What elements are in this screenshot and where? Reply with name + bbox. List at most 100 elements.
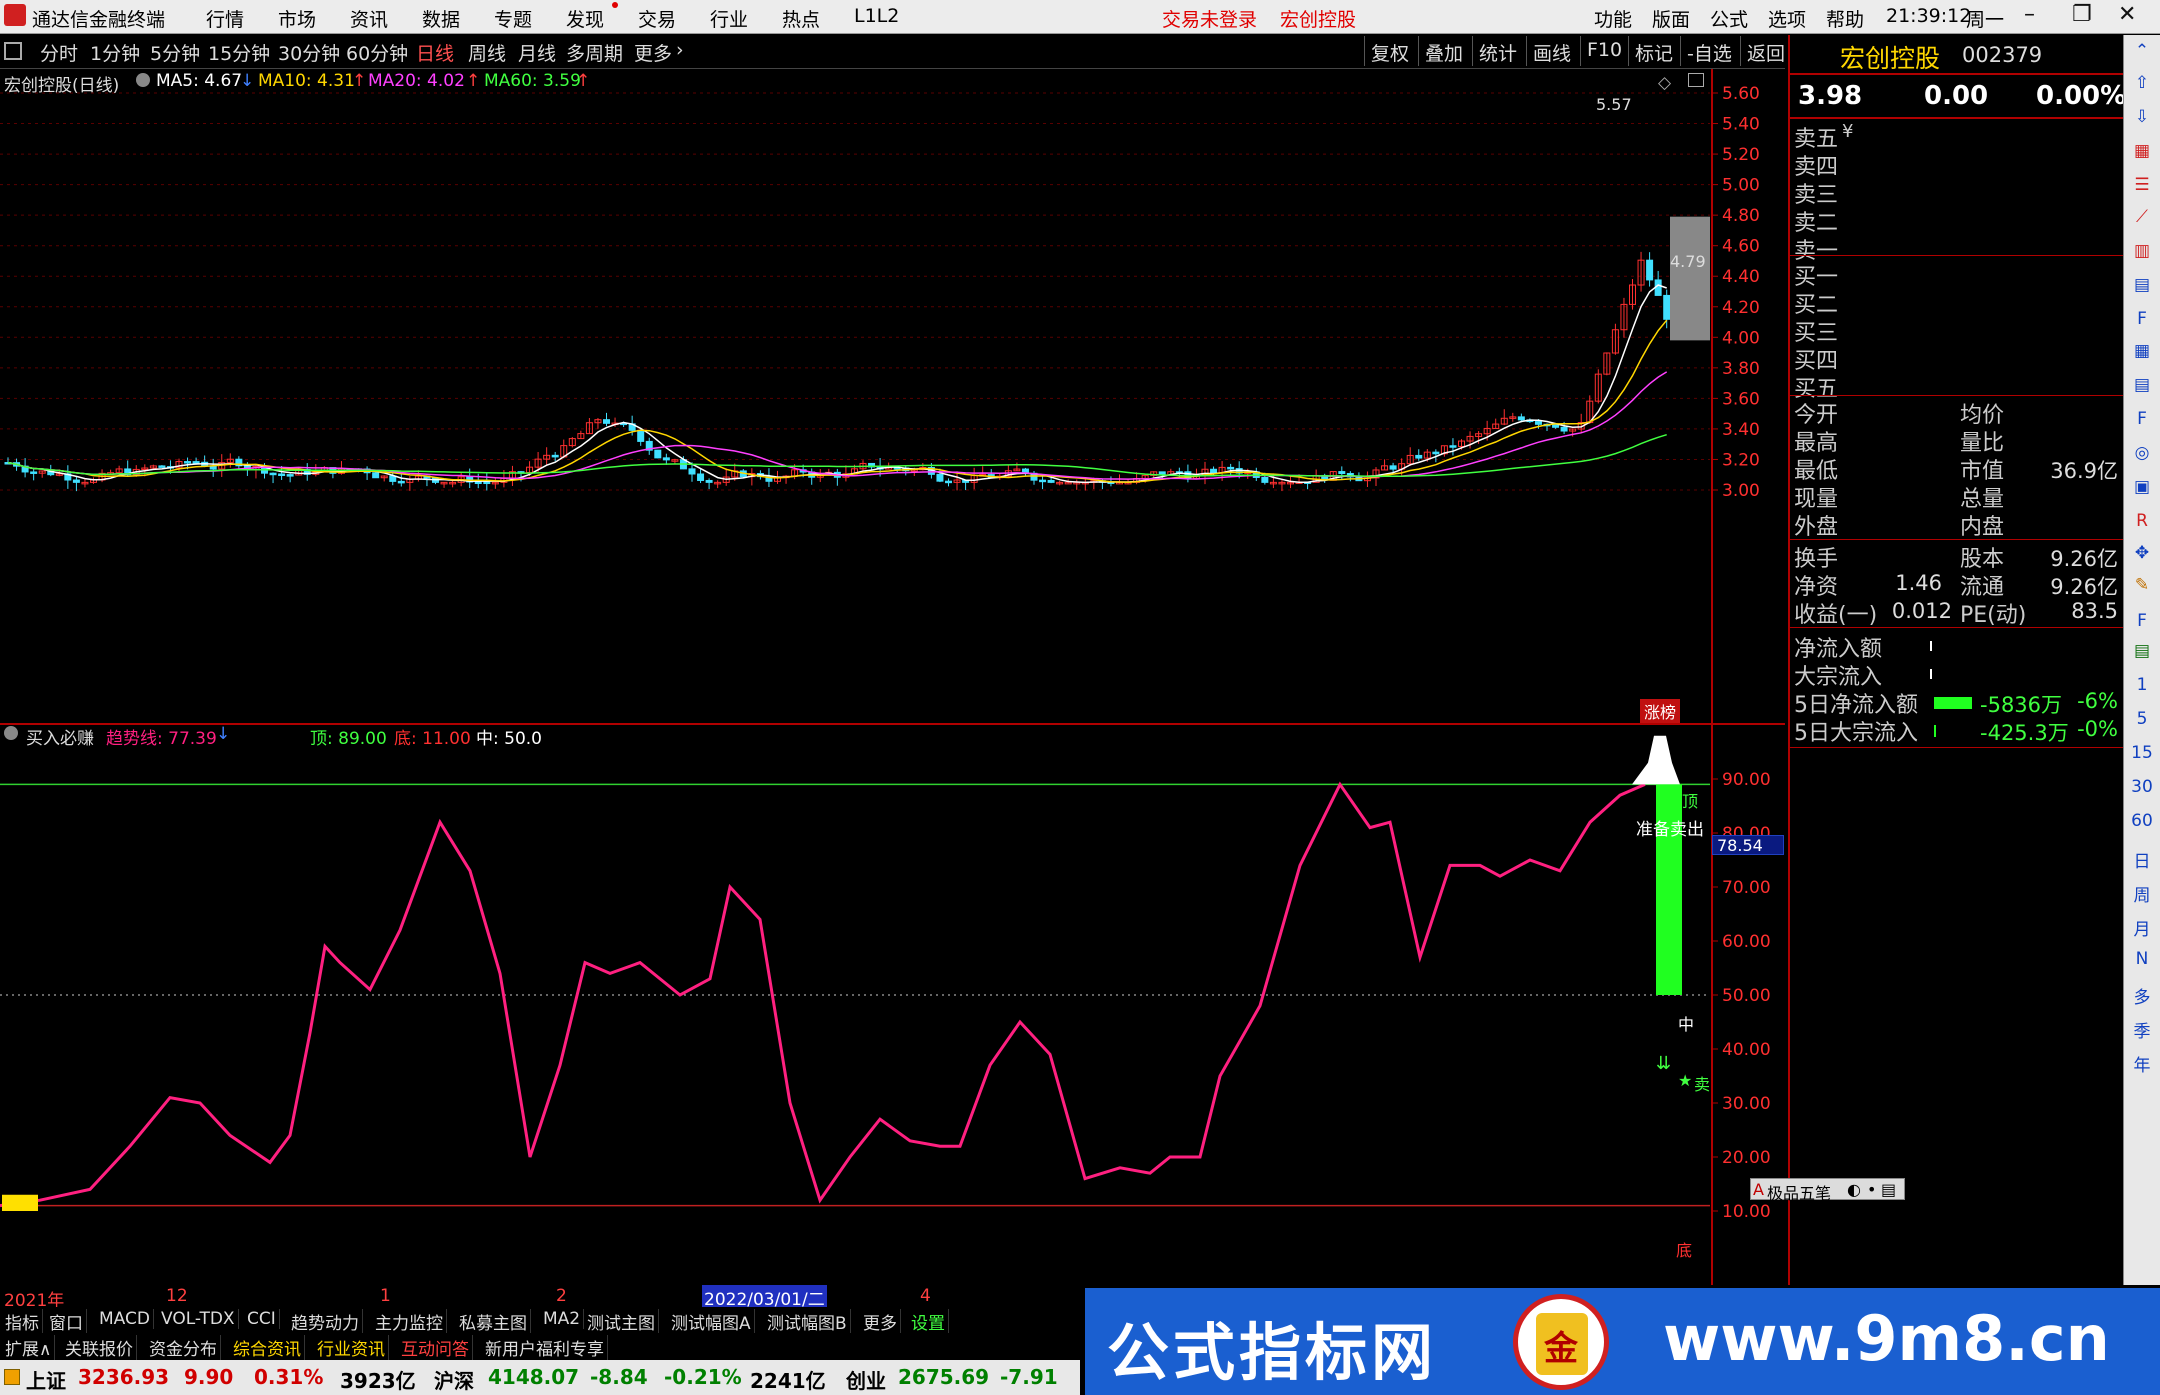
grid-icon[interactable]: ▦ xyxy=(2128,341,2156,361)
period-5[interactable]: 5 xyxy=(2128,709,2156,729)
tab-test-main[interactable]: 测试主图 xyxy=(584,1309,659,1334)
box-icon[interactable]: ▣ xyxy=(2128,477,2156,497)
tab-related-quote[interactable]: 关联报价 xyxy=(62,1335,137,1360)
period-1[interactable]: 1 xyxy=(2128,675,2156,695)
menu-item[interactable]: 版面 xyxy=(1652,5,1690,32)
tab-new-user[interactable]: 新用户福利专享 xyxy=(482,1335,608,1360)
chart-icon[interactable]: ▦ xyxy=(2128,141,2156,161)
table-icon[interactable]: ▤ xyxy=(2128,375,2156,395)
flag-icon[interactable] xyxy=(4,1369,20,1385)
period-n[interactable]: N xyxy=(2128,949,2156,969)
hs-index-name[interactable]: 沪深 xyxy=(434,1365,474,1394)
tab-industry-news[interactable]: 行业资讯 xyxy=(314,1335,389,1360)
btn-mark[interactable]: 标记 xyxy=(1628,36,1679,66)
bars-icon[interactable]: ▥ xyxy=(2128,241,2156,261)
tab-period[interactable]: 多周期 xyxy=(566,39,623,66)
period-month[interactable]: 月 xyxy=(2128,915,2156,940)
settings-dot-icon[interactable] xyxy=(136,73,150,87)
btn-fuquan[interactable]: 复权 xyxy=(1364,36,1415,66)
period-multi[interactable]: 多 xyxy=(2128,983,2156,1008)
tab-private-main[interactable]: 私募主图 xyxy=(456,1309,531,1334)
sheet-icon[interactable]: ▤ xyxy=(2128,641,2156,661)
kline-chart[interactable]: 5.60 5.40 5.20 5.00 4.80 4.60 4.40 4.20 4.00 3.80… xyxy=(0,69,1785,725)
period-60[interactable]: 60 xyxy=(2128,811,2156,831)
tab-main-monitor[interactable]: 主力监控 xyxy=(372,1309,447,1334)
tab-window[interactable]: 窗口 xyxy=(46,1309,87,1334)
btn-draw[interactable]: 画线 xyxy=(1526,36,1577,66)
tab-ma2[interactable]: MA2 xyxy=(540,1309,585,1329)
tab-news[interactable]: 综合资讯 xyxy=(230,1335,305,1360)
menu-item[interactable]: 市场 xyxy=(278,5,316,32)
tab-period[interactable]: 周线 xyxy=(468,39,506,66)
rsi-icon[interactable]: R xyxy=(2128,511,2156,531)
tab-vol[interactable]: VOL-TDX xyxy=(158,1309,239,1329)
fs2-icon[interactable]: F xyxy=(2128,611,2156,631)
tab-period[interactable]: 15分钟 xyxy=(208,39,270,66)
restore-icon[interactable]: ❐ xyxy=(2072,2,2092,27)
arrow-down-icon[interactable]: ⇩ xyxy=(2128,107,2156,127)
menu-item[interactable]: 发现 xyxy=(566,5,604,32)
btn-overlay[interactable]: 叠加 xyxy=(1418,36,1469,66)
collapse-icon[interactable]: ⌃ xyxy=(2128,41,2156,61)
tab-period[interactable]: 分时 xyxy=(40,39,78,66)
menu-item[interactable]: 行情 xyxy=(206,5,244,32)
tab-period[interactable]: 5分钟 xyxy=(150,39,200,66)
tab-qa[interactable]: 互动问答 xyxy=(398,1335,473,1360)
menu-item[interactable]: 选项 xyxy=(1768,5,1806,32)
menu-item[interactable]: 交易 xyxy=(638,5,676,32)
period-week[interactable]: 周 xyxy=(2128,881,2156,906)
punct-icon[interactable]: • xyxy=(1867,1180,1876,1199)
tab-settings[interactable]: 设置 xyxy=(908,1309,949,1334)
close-icon[interactable]: ✕ xyxy=(2118,2,2136,27)
tab-period[interactable]: 月线 xyxy=(518,39,556,66)
tab-cci[interactable]: CCI xyxy=(244,1309,280,1329)
menu-item[interactable]: 专题 xyxy=(494,5,532,32)
window-icon[interactable] xyxy=(1688,73,1704,87)
tab-period-more[interactable]: 更多 xyxy=(634,39,672,66)
period-30[interactable]: 30 xyxy=(2128,777,2156,797)
menu-item[interactable]: 帮助 xyxy=(1826,5,1864,32)
menu-item[interactable]: 行业 xyxy=(710,5,748,32)
tab-test-b[interactable]: 测试幅图B xyxy=(764,1309,851,1334)
menu-item[interactable]: 公式 xyxy=(1710,5,1748,32)
trend-icon[interactable]: ⟋ xyxy=(2128,207,2156,227)
cy-index-name[interactable]: 创业 xyxy=(846,1365,886,1394)
ime-toolbar[interactable]: A 极品五笔 ◐ • ▤ xyxy=(1750,1178,1905,1203)
pen-icon[interactable]: ✎ xyxy=(2128,575,2156,595)
tab-trend-power[interactable]: 趋势动力 xyxy=(288,1309,363,1334)
tab-more[interactable]: 更多 xyxy=(860,1309,901,1334)
btn-back[interactable]: 返回 xyxy=(1740,36,1791,66)
menu-item[interactable]: 数据 xyxy=(422,5,460,32)
menu-item[interactable]: 热点 xyxy=(782,5,820,32)
keyboard-icon[interactable]: ▤ xyxy=(1881,1180,1896,1199)
list-icon[interactable]: ☰ xyxy=(2128,175,2156,195)
tab-fund-dist[interactable]: 资金分布 xyxy=(146,1335,221,1360)
fs-icon[interactable]: F xyxy=(2128,409,2156,429)
btn-add-watch[interactable]: -自选 xyxy=(1680,36,1738,66)
period-15[interactable]: 15 xyxy=(2128,743,2156,763)
compass-icon[interactable]: ◎ xyxy=(2128,443,2156,463)
move-icon[interactable]: ✥ xyxy=(2128,543,2156,563)
tab-period[interactable]: 30分钟 xyxy=(278,39,340,66)
tab-macd[interactable]: MACD xyxy=(96,1309,154,1329)
doc-icon[interactable]: ▤ xyxy=(2128,275,2156,295)
tab-indicator[interactable]: 指标 xyxy=(2,1309,43,1334)
tab-period-active[interactable]: 日线 xyxy=(416,39,454,66)
btn-f10[interactable]: F10 xyxy=(1580,36,1628,66)
btn-stats[interactable]: 统计 xyxy=(1472,36,1523,66)
f10-icon[interactable]: F xyxy=(2128,309,2156,329)
menu-item[interactable]: 资讯 xyxy=(350,5,388,32)
period-day[interactable]: 日 xyxy=(2128,847,2156,872)
period-year[interactable]: 年 xyxy=(2128,1051,2156,1076)
tab-test-a[interactable]: 测试幅图A xyxy=(668,1309,755,1334)
indicator-canvas[interactable]: 90.0080.0070.0060.0050.0040.0030.0020.00… xyxy=(0,725,1785,1285)
tab-period[interactable]: 60分钟 xyxy=(346,39,408,66)
settings-dot-icon[interactable] xyxy=(4,726,18,740)
menu-item[interactable]: 功能 xyxy=(1594,5,1632,32)
menu-item[interactable]: L1L2 xyxy=(854,5,899,27)
period-quarter[interactable]: 季 xyxy=(2128,1017,2156,1042)
tab-period[interactable]: 1分钟 xyxy=(90,39,140,66)
minimize-icon[interactable]: – xyxy=(2024,2,2035,27)
indicator-chart[interactable]: 90.00 80.00 70.00 60.00 50.00 40.00 30.00 20.00… xyxy=(0,724,1785,1285)
tab-expand[interactable]: 扩展∧ xyxy=(2,1335,56,1360)
